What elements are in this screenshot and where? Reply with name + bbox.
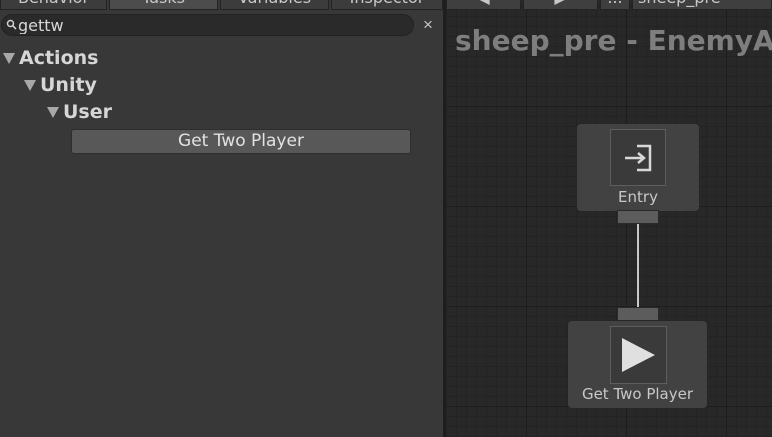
graph-canvas[interactable]: ◀ ▶ ... sheep_pre sheep_pre - EnemyAtt E… xyxy=(446,0,772,437)
tree-selector[interactable]: sheep_pre xyxy=(632,0,772,10)
category-label: Actions xyxy=(19,47,99,69)
task-panel: Behavior Tasks Variables Inspector × Act… xyxy=(0,0,443,437)
search-input[interactable] xyxy=(18,17,398,34)
expand-triangle-icon xyxy=(3,52,15,64)
tab-behavior[interactable]: Behavior xyxy=(0,0,107,10)
clear-search-icon[interactable]: × xyxy=(419,15,437,35)
search-box[interactable] xyxy=(1,14,414,36)
task-node-label: Get Two Player xyxy=(581,385,694,403)
graph-title: sheep_pre - EnemyAtt xyxy=(455,24,772,57)
tab-variables[interactable]: Variables xyxy=(220,0,329,10)
category-label: Unity xyxy=(40,74,97,96)
graph-toolbar: ◀ ▶ ... sheep_pre xyxy=(446,0,772,11)
task-get-two-player-button[interactable]: Get Two Player xyxy=(71,129,411,154)
tab-bar: Behavior Tasks Variables Inspector xyxy=(0,0,443,11)
forward-button[interactable]: ▶ xyxy=(523,0,598,10)
back-button[interactable]: ◀ xyxy=(446,0,521,10)
category-unity[interactable]: Unity xyxy=(24,73,97,97)
category-actions[interactable]: Actions xyxy=(3,46,98,70)
category-label: User xyxy=(63,101,112,123)
expand-triangle-icon xyxy=(47,106,59,118)
entry-output-port[interactable] xyxy=(617,210,659,224)
task-node-get-two-player[interactable]: Get Two Player xyxy=(567,320,708,409)
connection-line xyxy=(637,223,639,309)
more-button[interactable]: ... xyxy=(600,0,630,10)
entry-node[interactable]: Entry xyxy=(576,123,700,212)
search-icon xyxy=(6,19,17,30)
tab-inspector[interactable]: Inspector xyxy=(331,0,443,10)
play-icon xyxy=(610,326,667,384)
entry-icon xyxy=(610,129,666,186)
category-user[interactable]: User xyxy=(47,100,112,124)
expand-triangle-icon xyxy=(24,79,36,91)
search-row: × xyxy=(0,13,443,39)
tab-tasks[interactable]: Tasks xyxy=(109,0,218,10)
entry-node-label: Entry xyxy=(618,188,658,206)
